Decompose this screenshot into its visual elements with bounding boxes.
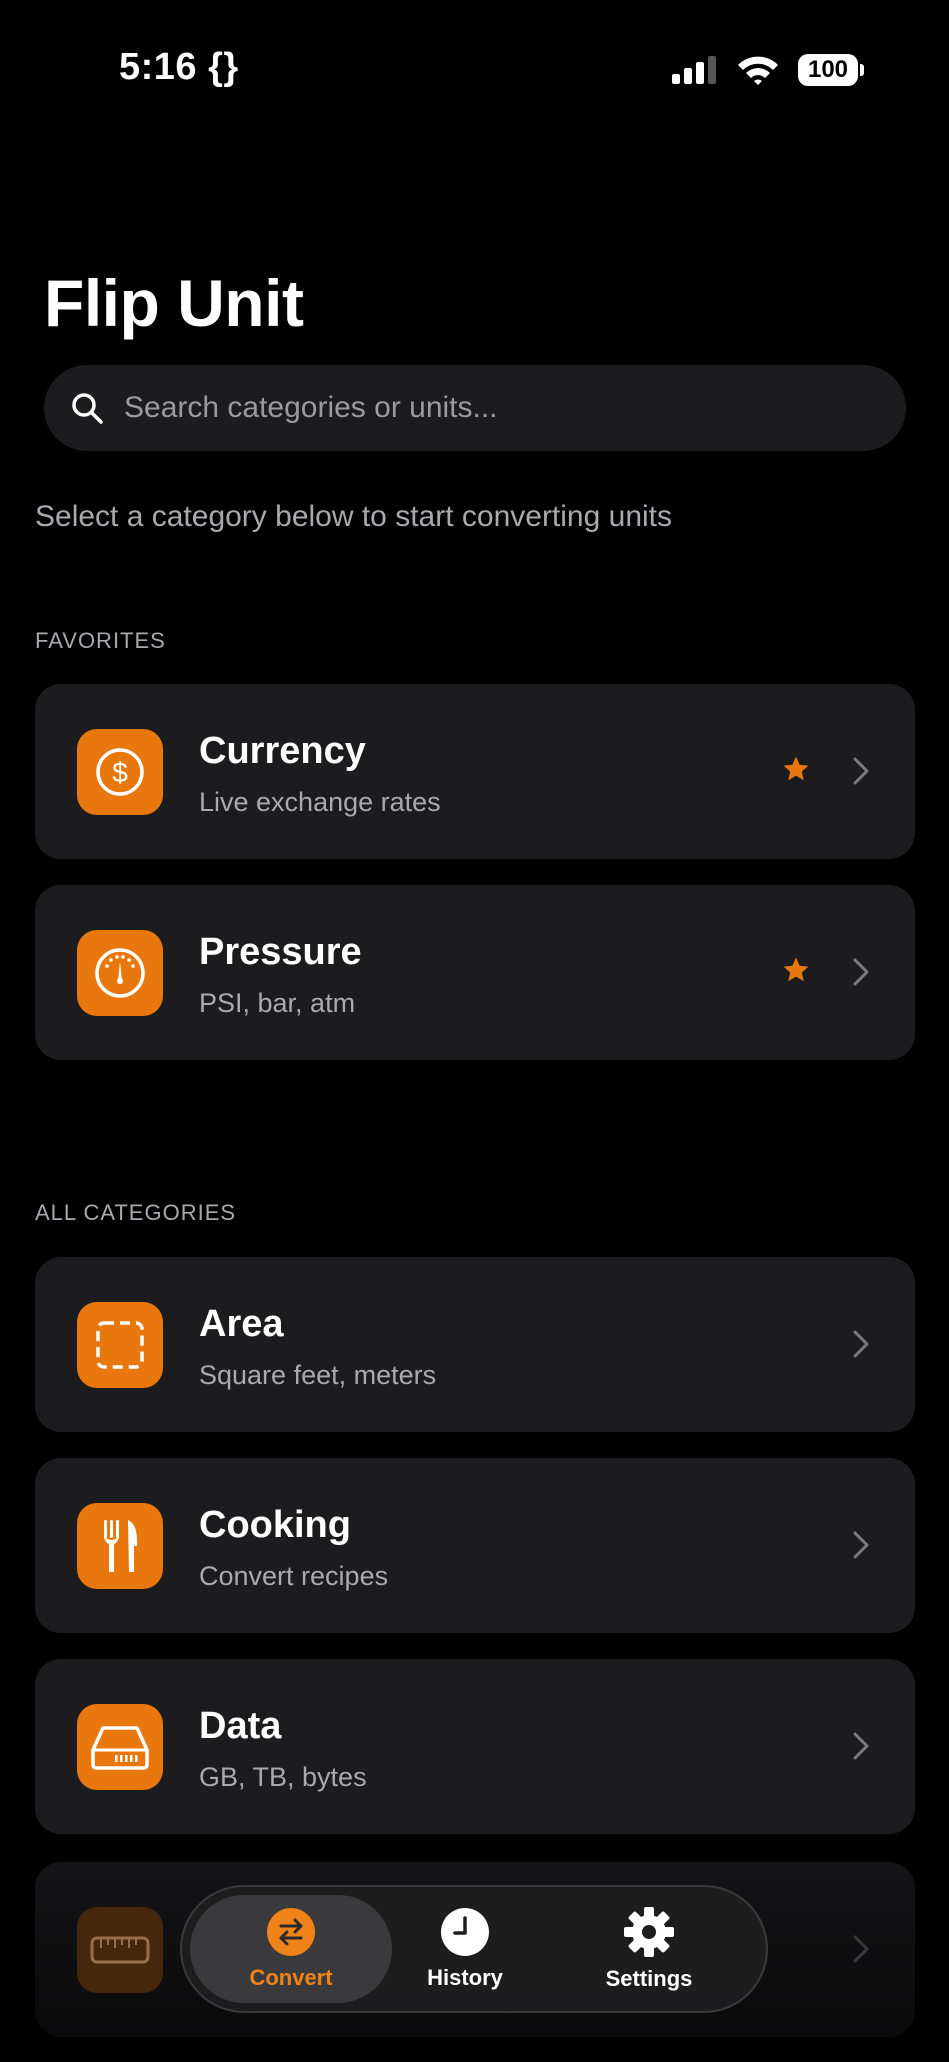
area-icon-box: [77, 1302, 163, 1388]
chevron-right-icon: [853, 958, 869, 986]
status-time: 5:16 {}: [119, 46, 239, 88]
tab-convert[interactable]: Convert: [190, 1895, 392, 2003]
category-subtitle: Convert recipes: [199, 1561, 389, 1591]
category-subtitle: PSI, bar, atm: [199, 988, 356, 1018]
category-name: Pressure: [199, 931, 362, 973]
chevron-right-icon: [853, 1732, 869, 1760]
status-indicators: 100: [670, 50, 864, 90]
favorite-star-icon[interactable]: [781, 754, 811, 784]
category-name: Area: [199, 1303, 284, 1345]
convert-arrows-icon: [267, 1908, 315, 1956]
chevron-right-icon: [853, 1330, 869, 1358]
fork-knife-icon: [104, 1520, 138, 1572]
intro-text: Select a category below to start convert…: [35, 500, 673, 533]
search-icon: [72, 393, 103, 424]
category-subtitle: Live exchange rates: [199, 787, 441, 817]
tab-label: History: [427, 1965, 503, 1990]
clock-icon: [441, 1908, 489, 1956]
favorites-section-label: FAVORITES: [35, 628, 166, 653]
category-name: Currency: [199, 730, 366, 772]
svg-text:$: $: [112, 757, 128, 788]
category-card-pressure[interactable]: Pressure PSI, bar, atm: [35, 885, 915, 1060]
chevron-right-icon: [853, 1935, 869, 1963]
page-title: Flip Unit: [44, 266, 304, 340]
dollar-circle-icon: $: [96, 748, 144, 796]
battery-level: 100: [807, 56, 849, 83]
battery-indicator: 100: [798, 54, 864, 86]
pressure-icon-box: [77, 930, 163, 1016]
all-categories-section-label: ALL CATEGORIES: [35, 1200, 237, 1225]
gear-icon: [624, 1907, 674, 1957]
cellular-signal-icon: [672, 56, 716, 84]
chevron-right-icon: [853, 757, 869, 785]
data-icon-box: [77, 1704, 163, 1790]
currency-icon-box: $: [77, 729, 163, 815]
drive-icon: [91, 1726, 149, 1770]
length-icon-box: [77, 1907, 163, 1993]
gauge-icon: [95, 948, 145, 998]
category-card-currency[interactable]: $ Currency Live exchange rates: [35, 684, 915, 859]
category-name: Cooking: [199, 1504, 351, 1546]
search-input[interactable]: [122, 390, 866, 426]
ruler-icon: [90, 1936, 150, 1964]
tab-settings[interactable]: Settings: [554, 1887, 744, 2011]
tab-bar: Convert History Settings: [180, 1885, 768, 2013]
search-bar[interactable]: [44, 365, 906, 451]
tab-label: Settings: [605, 1966, 693, 1991]
category-subtitle: Square feet, meters: [199, 1360, 437, 1390]
category-name: Data: [199, 1705, 282, 1747]
tab-history[interactable]: History: [370, 1887, 560, 2011]
tab-label: Convert: [249, 1965, 333, 1990]
chevron-right-icon: [853, 1531, 869, 1559]
cooking-icon-box: [77, 1503, 163, 1589]
category-card-data[interactable]: Data GB, TB, bytes: [35, 1659, 915, 1834]
dashed-square-icon: [96, 1321, 144, 1369]
category-card-area[interactable]: Area Square feet, meters: [35, 1257, 915, 1432]
category-card-cooking[interactable]: Cooking Convert recipes: [35, 1458, 915, 1633]
category-subtitle: GB, TB, bytes: [199, 1762, 367, 1792]
favorite-star-icon[interactable]: [781, 955, 811, 985]
wifi-icon: [738, 56, 778, 85]
